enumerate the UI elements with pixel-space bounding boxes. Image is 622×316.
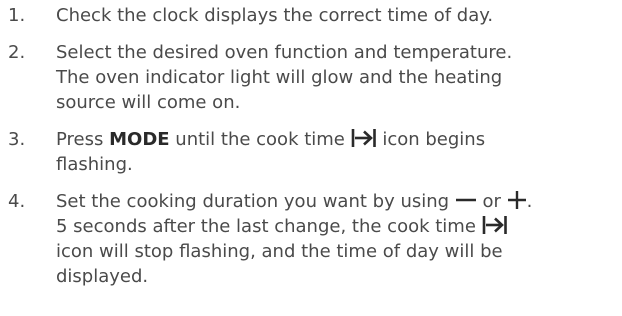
step-number: 4. — [8, 191, 26, 212]
step-text-line: icon will stop flashing, and the time of… — [56, 241, 503, 262]
step-text: Select the desired oven function and tem… — [56, 40, 622, 115]
step-text-line: Press MODE until the cook time icon begi… — [56, 127, 622, 152]
step-text-line: 5 seconds after the last change, the coo… — [56, 214, 622, 239]
step-3: 3. Press MODE until the cook time icon b… — [8, 127, 622, 177]
step-text-line: Set the cooking duration you want by usi… — [56, 189, 622, 214]
step-text-line: flashing. — [56, 154, 133, 175]
text-fragment: icon begins — [376, 129, 486, 150]
step-1: 1. Check the clock displays the correct … — [8, 3, 622, 28]
mode-button-label: MODE — [109, 129, 170, 150]
step-4: 4. Set the cooking duration you want by … — [8, 189, 622, 289]
step-2: 2. Select the desired oven function and … — [8, 40, 622, 115]
step-number: 2. — [8, 42, 26, 63]
step-text: Press MODE until the cook time icon begi… — [56, 127, 622, 177]
text-fragment: Press — [56, 129, 110, 150]
plus-icon — [507, 190, 527, 210]
step-text-line: source will come on. — [56, 92, 241, 113]
text-fragment: Set the cooking duration you want by usi… — [56, 191, 455, 212]
step-text: Check the clock displays the correct tim… — [56, 5, 494, 26]
text-fragment: 5 seconds after the last change, the coo… — [56, 216, 482, 237]
step-number: 3. — [8, 129, 26, 150]
step-number: 1. — [8, 5, 26, 26]
step-text-line: Select the desired oven function and tem… — [56, 42, 513, 63]
minus-icon — [455, 190, 477, 210]
text-fragment: . — [526, 191, 533, 212]
text-fragment: or — [476, 191, 507, 212]
instruction-list: 1. Check the clock displays the correct … — [0, 0, 622, 316]
cook-time-icon — [351, 128, 377, 148]
cook-time-icon — [482, 215, 508, 235]
step-text-line: The oven indicator light will glow and t… — [56, 67, 503, 88]
step-text-line: displayed. — [56, 266, 149, 287]
text-fragment: until the cook time — [169, 129, 351, 150]
step-text: Set the cooking duration you want by usi… — [56, 189, 622, 289]
